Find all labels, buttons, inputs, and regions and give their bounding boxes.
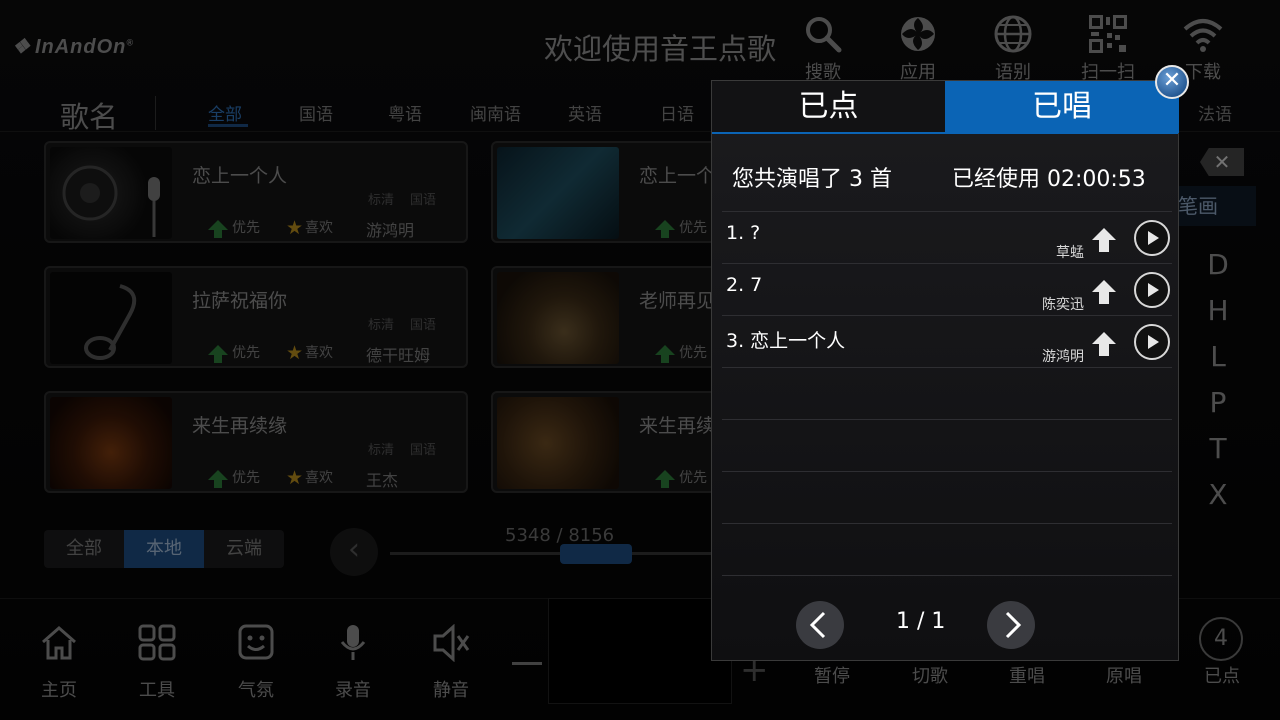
move-up-icon[interactable] — [1090, 278, 1118, 306]
close-icon: ✕ — [1162, 68, 1182, 93]
song-title: 1. ? — [726, 222, 761, 244]
song-singer: 陈奕迅 — [1042, 297, 1084, 313]
list-divider — [722, 575, 1172, 576]
play-button[interactable] — [1134, 272, 1170, 308]
modal-next-button[interactable] — [987, 601, 1035, 649]
play-button[interactable] — [1134, 324, 1170, 360]
move-up-icon[interactable] — [1090, 330, 1118, 358]
song-singer: 草蜢 — [1056, 245, 1084, 261]
sung-count: 您共演唱了 3 首 — [732, 167, 892, 192]
sung-songs-dialog: 已点 已唱 您共演唱了 3 首 已经使用 02:00:53 1. ? 草蜢 2.… — [711, 80, 1179, 661]
chevron-left-icon — [809, 611, 826, 639]
modal-prev-button[interactable] — [796, 601, 844, 649]
usage-time: 已经使用 02:00:53 — [952, 167, 1146, 192]
list-divider — [722, 471, 1172, 472]
list-item: 1. ? 草蜢 — [722, 212, 1172, 264]
play-icon — [1148, 335, 1159, 349]
song-title: 3. 恋上一个人 — [726, 330, 846, 352]
tab-underline — [712, 132, 1178, 134]
list-item: 2. 7 陈奕迅 — [722, 264, 1172, 316]
play-icon — [1148, 283, 1159, 297]
tab-queued[interactable]: 已点 — [712, 81, 945, 133]
list-divider — [722, 419, 1172, 420]
song-singer: 游鸿明 — [1042, 349, 1084, 365]
dialog-close-button[interactable]: ✕ — [1155, 65, 1189, 99]
chevron-right-icon — [1005, 611, 1022, 639]
list-divider — [722, 523, 1172, 524]
list-item: 3. 恋上一个人 游鸿明 — [722, 316, 1172, 368]
tab-sung[interactable]: 已唱 — [945, 81, 1179, 133]
play-button[interactable] — [1134, 220, 1170, 256]
modal-page-indicator: 1 / 1 — [896, 609, 946, 634]
play-icon — [1148, 231, 1159, 245]
move-up-icon[interactable] — [1090, 226, 1118, 254]
song-title: 2. 7 — [726, 274, 763, 296]
